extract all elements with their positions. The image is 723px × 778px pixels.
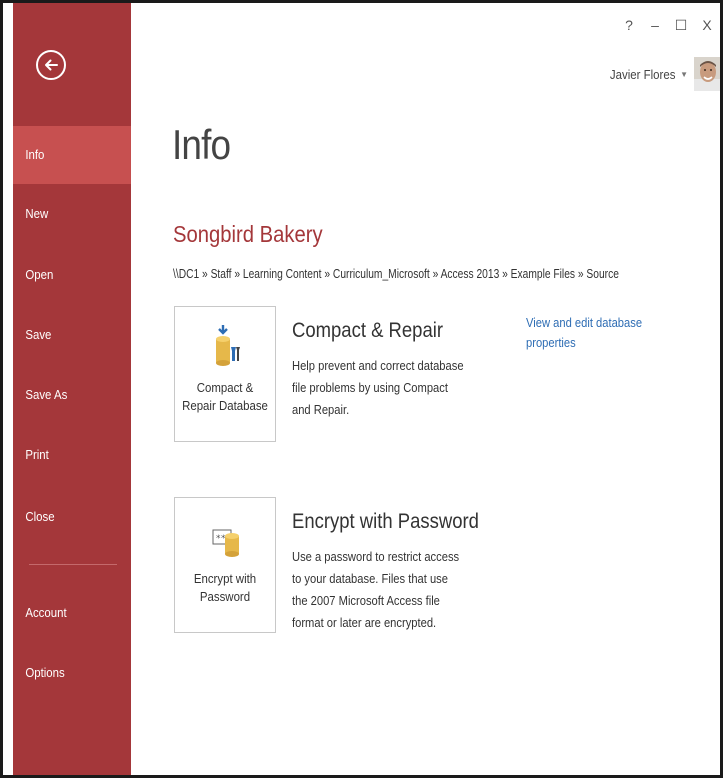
- minimize-button[interactable]: –: [642, 15, 668, 35]
- avatar: [694, 57, 720, 91]
- access-backstage-window: Info New Open Save Save As Print Close A…: [0, 0, 723, 778]
- nav-print[interactable]: Print: [13, 426, 117, 484]
- backstage-sidebar: Info New Open Save Save As Print Close A…: [13, 3, 131, 775]
- view-edit-properties-link[interactable]: View and edit database properties: [526, 313, 655, 353]
- back-button[interactable]: [36, 50, 66, 80]
- nav-open[interactable]: Open: [13, 246, 117, 304]
- database-path: \\DC1 » Staff » Learning Content » Curri…: [173, 267, 619, 281]
- page-title: Info: [172, 121, 231, 168]
- nav-save-as[interactable]: Save As: [13, 366, 117, 424]
- nav-account[interactable]: Account: [13, 584, 117, 642]
- nav-divider: [29, 564, 117, 565]
- user-name: Javier Flores: [609, 66, 676, 82]
- compact-repair-description: Help prevent and correct database file p…: [292, 358, 464, 417]
- nav-close[interactable]: Close: [13, 488, 117, 546]
- compact-repair-icon: [216, 325, 240, 366]
- encrypt-password-icon: * *: [212, 529, 239, 557]
- nav-options[interactable]: Options: [13, 644, 117, 702]
- user-account-menu[interactable]: Javier Flores ▼: [601, 57, 720, 91]
- nav-info[interactable]: Info: [13, 126, 131, 184]
- nav-save[interactable]: Save: [13, 306, 117, 364]
- maximize-button[interactable]: ☐: [668, 15, 694, 35]
- close-button[interactable]: X: [694, 15, 720, 35]
- compact-repair-button-label: Compact & Repair Database: [182, 380, 268, 413]
- encrypt-password-description: Use a password to restrict access to you…: [292, 549, 460, 630]
- database-name: Songbird Bakery: [173, 221, 323, 247]
- compact-repair-heading: Compact & Repair: [292, 319, 443, 342]
- encrypt-password-button[interactable]: * * Encrypt with Password: [174, 497, 276, 633]
- help-button[interactable]: ?: [616, 15, 642, 35]
- encrypt-password-heading: Encrypt with Password: [292, 510, 479, 533]
- chevron-down-icon: ▼: [680, 69, 688, 79]
- encrypt-password-button-label: Encrypt with Password: [193, 571, 257, 604]
- back-arrow-icon: [45, 59, 58, 71]
- compact-repair-button[interactable]: Compact & Repair Database: [174, 306, 276, 442]
- nav-new[interactable]: New: [13, 185, 117, 243]
- window-controls: ? – ☐ X: [616, 15, 720, 35]
